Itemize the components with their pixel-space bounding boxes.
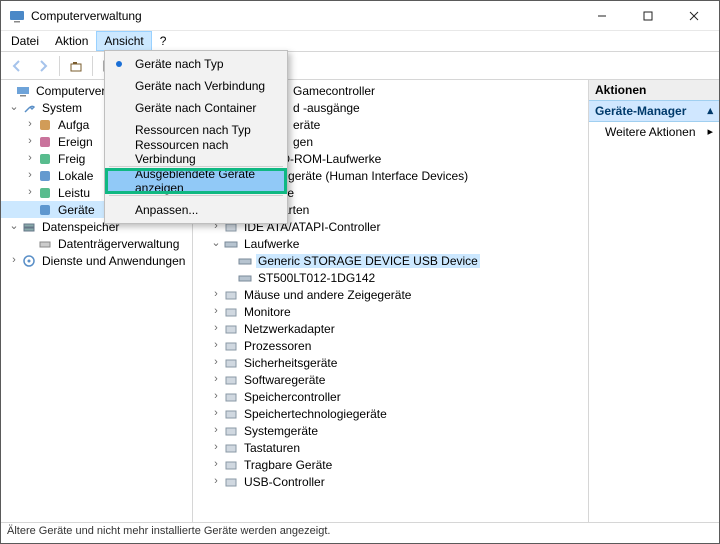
tree-item[interactable]: › Tragbare Geräte: [193, 456, 588, 473]
expand-icon[interactable]: ›: [209, 442, 223, 453]
back-button[interactable]: [5, 54, 29, 78]
expand-icon[interactable]: ›: [209, 425, 223, 436]
app-icon: [9, 8, 25, 24]
statusbar: Ältere Geräte und nicht mehr installiert…: [1, 523, 719, 543]
close-button[interactable]: [671, 1, 717, 31]
expand-icon[interactable]: ›: [23, 170, 37, 181]
menu-help[interactable]: ?: [152, 31, 175, 51]
collapse-icon[interactable]: ⌄: [7, 102, 21, 113]
tree-item[interactable]: › Sicherheitsgeräte: [193, 354, 588, 371]
tree-services[interactable]: › Dienste und Anwendungen: [1, 252, 192, 269]
tree-item[interactable]: › Mäuse und andere Zeigegeräte: [193, 286, 588, 303]
separator: [92, 56, 93, 76]
device-icon: [223, 457, 239, 473]
tree-item[interactable]: › Netzwerkadapter: [193, 320, 588, 337]
tree-item[interactable]: › Tastaturen: [193, 439, 588, 456]
menubar: Datei Aktion Ansicht ?: [1, 31, 719, 52]
tools-icon: [21, 100, 37, 116]
expand-icon[interactable]: ›: [23, 153, 37, 164]
tree-item[interactable]: › Prozessoren: [193, 337, 588, 354]
more-actions[interactable]: Weitere Aktionen ▸: [589, 121, 719, 143]
menu-view[interactable]: Ansicht: [96, 31, 151, 51]
computer-icon: [15, 83, 31, 99]
tree-item[interactable]: › Speichercontroller: [193, 388, 588, 405]
titlebar: Computerverwaltung: [1, 1, 719, 31]
tree-drive-selected[interactable]: Generic STORAGE DEVICE USB Device: [193, 252, 588, 269]
disk-icon: [37, 236, 53, 252]
expand-icon[interactable]: ›: [209, 459, 223, 470]
expand-icon[interactable]: ›: [209, 391, 223, 402]
device-icon: [223, 338, 239, 354]
storage-icon: [21, 219, 37, 235]
tree-item[interactable]: › Speichertechnologiegeräte: [193, 405, 588, 422]
expand-icon[interactable]: ›: [209, 306, 223, 317]
device-icon: [37, 202, 53, 218]
tree-item[interactable]: › Systemgeräte: [193, 422, 588, 439]
expand-icon[interactable]: ›: [7, 255, 21, 266]
drive-icon: [237, 253, 253, 269]
menu-file[interactable]: Datei: [3, 31, 47, 51]
forward-button[interactable]: [31, 54, 55, 78]
collapse-icon[interactable]: ⌄: [209, 238, 223, 249]
services-icon: [21, 253, 37, 269]
device-icon: [223, 440, 239, 456]
tree-diskmgmt[interactable]: Datenträgerverwaltung: [1, 235, 192, 252]
expand-icon[interactable]: ›: [23, 136, 37, 147]
device-icon: [223, 355, 239, 371]
collapse-icon: ▴: [707, 106, 713, 117]
device-icon: [223, 304, 239, 320]
view-menu-dropdown: Geräte nach Typ Geräte nach Verbindung G…: [104, 50, 288, 224]
device-icon: [223, 321, 239, 337]
tree-item[interactable]: › Monitore: [193, 303, 588, 320]
device-icon: [223, 423, 239, 439]
device-icon: [223, 287, 239, 303]
perf-icon: [37, 185, 53, 201]
menu-separator: [109, 195, 283, 196]
expand-icon[interactable]: ›: [209, 323, 223, 334]
users-icon: [37, 168, 53, 184]
bullet-icon: [116, 61, 122, 67]
expand-icon[interactable]: ›: [209, 357, 223, 368]
collapse-icon[interactable]: ⌄: [7, 221, 21, 232]
menu-action[interactable]: Aktion: [47, 31, 96, 51]
minimize-button[interactable]: [579, 1, 625, 31]
actions-pane: Aktionen Geräte-Manager ▴ Weitere Aktion…: [589, 80, 719, 522]
event-icon: [37, 134, 53, 150]
device-icon: [223, 474, 239, 490]
maximize-button[interactable]: [625, 1, 671, 31]
menu-customize[interactable]: Anpassen...: [107, 199, 285, 221]
expand-icon[interactable]: ›: [209, 374, 223, 385]
separator: [59, 56, 60, 76]
window-title: Computerverwaltung: [31, 9, 579, 23]
expand-icon[interactable]: ›: [23, 119, 37, 130]
menu-devices-by-type[interactable]: Geräte nach Typ: [107, 53, 285, 75]
expand-icon[interactable]: ›: [209, 408, 223, 419]
device-icon: [223, 372, 239, 388]
tree-drive[interactable]: ST500LT012-1DG142: [193, 269, 588, 286]
expand-icon[interactable]: ›: [209, 289, 223, 300]
menu-devices-by-container[interactable]: Geräte nach Container: [107, 97, 285, 119]
device-icon: [223, 406, 239, 422]
actions-context[interactable]: Geräte-Manager ▴: [589, 100, 719, 122]
device-icon: [223, 389, 239, 405]
up-button[interactable]: [64, 54, 88, 78]
submenu-icon: ▸: [707, 127, 713, 138]
menu-show-hidden-devices[interactable]: Ausgeblendete Geräte anzeigen: [107, 170, 285, 192]
expand-icon[interactable]: ›: [209, 476, 223, 487]
share-icon: [37, 151, 53, 167]
drive-icon: [237, 270, 253, 286]
clock-icon: [37, 117, 53, 133]
menu-resources-by-connection[interactable]: Ressourcen nach Verbindung: [107, 141, 285, 163]
tree-item[interactable]: › Softwaregeräte: [193, 371, 588, 388]
menu-devices-by-connection[interactable]: Geräte nach Verbindung: [107, 75, 285, 97]
drive-icon: [223, 236, 239, 252]
window: Computerverwaltung Datei Aktion Ansicht …: [0, 0, 720, 544]
expand-icon[interactable]: ›: [23, 187, 37, 198]
expand-icon[interactable]: ›: [209, 340, 223, 351]
tree-item[interactable]: › USB-Controller: [193, 473, 588, 490]
tree-drives[interactable]: ⌄ Laufwerke: [193, 235, 588, 252]
actions-header: Aktionen: [589, 80, 719, 101]
